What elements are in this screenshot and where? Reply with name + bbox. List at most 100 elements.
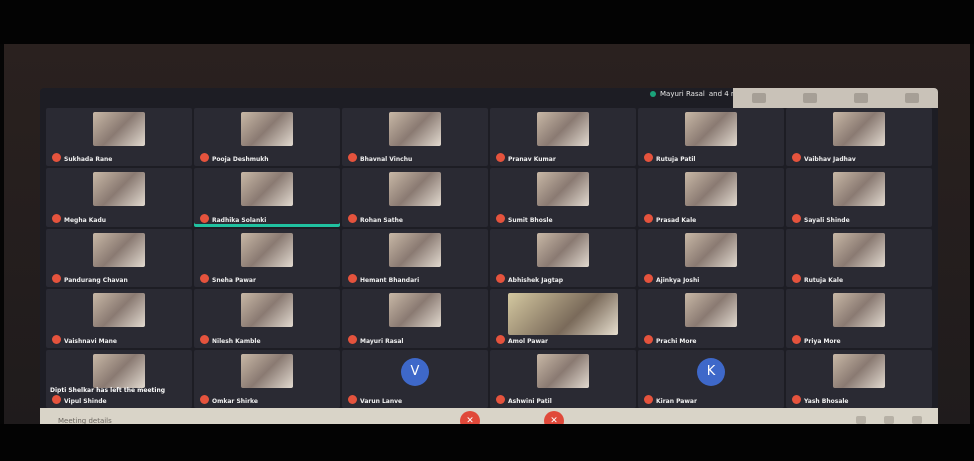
video-thumbnail (93, 172, 145, 207)
participant-name: Priya More (804, 337, 841, 345)
participant-name: Abhishek Jagtap (508, 277, 564, 285)
video-thumbnail (685, 232, 737, 267)
participant-tile[interactable]: Rohan Sathe (342, 168, 488, 227)
toolbar-icon-4[interactable] (905, 93, 920, 103)
participant-name: Nilesh Kamble (212, 337, 261, 345)
mic-muted-icon (644, 334, 653, 344)
left-meeting-notice: Dipti Shelkar has left the meeting (50, 387, 166, 394)
participant-name: Prachi More (656, 337, 697, 345)
presenting-dot-icon (650, 91, 656, 97)
meeting-window: Mayuri Rasal and 4 more Sukhada Rane Pooj… (40, 88, 938, 434)
video-thumbnail (833, 232, 885, 267)
participant-name: Amol Pawar (508, 337, 548, 345)
participant-name: Omkar Shirke (212, 398, 258, 405)
participant-tile[interactable]: Omkar Shirke (194, 349, 340, 408)
participant-tile[interactable]: Nilesh Kamble (194, 289, 340, 348)
participant-tile[interactable]: Vaishnavi Mane (46, 289, 192, 348)
mic-muted-icon (496, 274, 505, 284)
participant-tile[interactable]: Sumit Bhosle (490, 168, 636, 227)
participant-tile[interactable]: Ashwini Patil (490, 349, 636, 408)
participant-name: Vaibhav Jadhav (804, 156, 856, 164)
mic-muted-icon (644, 395, 653, 404)
toolbar-icon-1[interactable] (751, 93, 766, 103)
participant-tile[interactable]: Abhishek Jagtap (490, 228, 636, 288)
participant-tile[interactable]: Sayali Shinde (786, 168, 932, 227)
participant-tile[interactable]: Bhavnal Vinchu (342, 108, 488, 167)
mic-muted-icon (348, 153, 357, 163)
video-thumbnail (241, 172, 293, 207)
video-thumbnail (685, 293, 737, 328)
participant-tile[interactable]: Ajinkya Joshi (638, 228, 784, 288)
avatar: V (401, 357, 429, 386)
participant-tile[interactable]: Yash Bhosale (786, 349, 932, 408)
participant-name: Sayali Shinde (804, 216, 850, 224)
participant-tile[interactable]: Radhika Solanki (194, 168, 340, 227)
participant-tile[interactable]: Megha Kadu (46, 168, 192, 227)
video-thumbnail (241, 293, 293, 328)
video-thumbnail (685, 112, 737, 146)
participant-tile[interactable]: Sukhada Rane (46, 108, 192, 167)
video-thumbnail (93, 353, 145, 388)
video-thumbnail (241, 112, 293, 146)
participant-name: Megha Kadu (64, 216, 107, 224)
video-thumbnail (833, 172, 885, 207)
participant-tile[interactable]: Sneha Pawar (194, 228, 340, 288)
top-toolbar (733, 88, 938, 108)
participant-name: Prasad Kale (656, 216, 697, 224)
chat-icon[interactable] (912, 416, 922, 424)
participant-tile[interactable]: K Kiran Pawar (638, 349, 784, 408)
presenter-name: Mayuri Rasal (660, 90, 705, 98)
participant-name: Rutuja Patil (656, 156, 696, 164)
participant-name: Bhavnal Vinchu (360, 156, 413, 164)
participant-tile[interactable]: Rutuja Patil (638, 108, 784, 167)
participant-tile[interactable]: Prasad Kale (638, 168, 784, 227)
mic-muted-icon (644, 213, 653, 223)
video-thumbnail (389, 172, 441, 207)
mic-muted-icon (496, 395, 505, 404)
participant-tile[interactable]: Pranav Kumar (490, 108, 636, 167)
participant-tile[interactable]: Mayuri Rasal (342, 289, 488, 348)
participant-name: Pandurang Chavan (64, 277, 128, 285)
participant-name: Pranav Kumar (508, 156, 556, 164)
video-thumbnail (93, 232, 145, 267)
video-thumbnail (241, 232, 293, 267)
participant-tile[interactable]: Rutuja Kale (786, 228, 932, 288)
monitor-bezel: Mayuri Rasal and 4 more Sukhada Rane Pooj… (4, 44, 970, 434)
participant-name: Sukhada Rane (64, 156, 113, 164)
participant-tile[interactable]: Priya More (786, 289, 932, 348)
video-thumbnail (389, 112, 441, 146)
video-thumbnail (833, 293, 885, 328)
participant-tile[interactable]: Amol Pawar (490, 289, 636, 348)
mic-muted-icon (200, 334, 209, 344)
participant-name: Ashwini Patil (508, 398, 552, 405)
toolbar-icon-2[interactable] (802, 93, 817, 103)
mic-muted-icon (792, 213, 801, 223)
mic-muted-icon (348, 334, 357, 344)
participant-name: Pooja Deshmukh (212, 156, 269, 164)
letterbox-top (0, 0, 974, 44)
participant-tile[interactable]: Vipul Shinde Dipti Shelkar has left the m… (46, 349, 192, 408)
mic-muted-icon (52, 274, 61, 284)
mic-muted-icon (52, 334, 61, 344)
mic-muted-icon (792, 334, 801, 344)
participant-name: Ajinkya Joshi (656, 277, 700, 285)
participant-name: Rohan Sathe (360, 216, 404, 224)
video-thumbnail (389, 232, 441, 267)
mic-muted-icon (200, 153, 209, 163)
participant-name: Kiran Pawar (656, 398, 697, 405)
participant-tile[interactable]: Pandurang Chavan (46, 228, 192, 288)
info-icon[interactable] (856, 416, 866, 424)
mic-muted-icon (496, 334, 505, 344)
video-thumbnail (833, 353, 885, 388)
participant-tile[interactable]: Pooja Deshmukh (194, 108, 340, 167)
participant-tile[interactable]: V Varun Lanve (342, 349, 488, 408)
participant-tile[interactable]: Hemant Bhandari (342, 228, 488, 288)
participant-tile[interactable]: Vaibhav Jadhav (786, 108, 932, 167)
toolbar-icon-3[interactable] (854, 93, 869, 103)
people-icon[interactable] (884, 416, 894, 424)
letterbox-bottom (0, 424, 974, 461)
bottom-right-controls (856, 416, 922, 424)
mic-muted-icon (200, 213, 209, 223)
participant-name: Radhika Solanki (212, 216, 267, 224)
participant-tile[interactable]: Prachi More (638, 289, 784, 348)
